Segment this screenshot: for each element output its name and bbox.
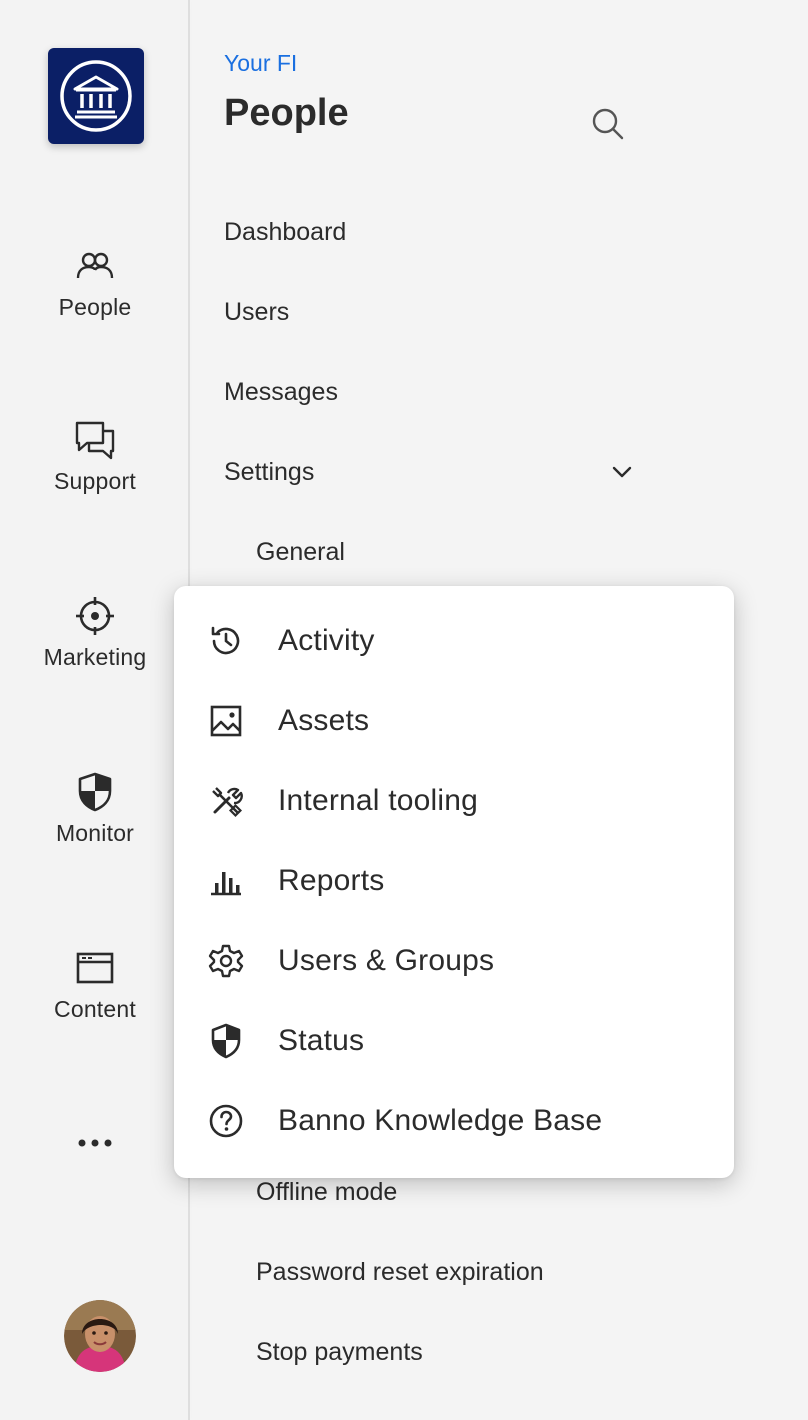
tools-icon — [208, 783, 244, 819]
target-icon — [73, 594, 117, 638]
institution-logo[interactable] — [48, 48, 144, 144]
rail-item-label: Marketing — [43, 644, 147, 670]
app-root: People Support Marketing Monitor Content… — [0, 0, 808, 1420]
menu-item-reports[interactable]: Reports — [174, 841, 734, 921]
menu-item-label: Activity — [278, 624, 375, 657]
nav-item-settings[interactable]: Settings — [224, 452, 634, 492]
menu-item-assets[interactable]: Assets — [174, 681, 734, 761]
nav-subitem-general[interactable]: General — [256, 532, 666, 572]
primary-rail: People Support Marketing Monitor Content — [0, 0, 190, 1420]
shield-icon — [208, 1023, 244, 1059]
rail-item-label: Support — [54, 468, 136, 494]
nav-item-dashboard[interactable]: Dashboard — [224, 212, 634, 252]
help-circle-icon — [208, 1103, 244, 1139]
menu-item-label: Status — [278, 1024, 365, 1057]
menu-item-label: Banno Knowledge Base — [278, 1104, 603, 1137]
user-avatar[interactable] — [64, 1300, 136, 1372]
search-button[interactable] — [588, 104, 628, 144]
more-horizontal-icon — [78, 1139, 112, 1147]
bar-chart-icon — [208, 863, 244, 899]
nav-item-label: Settings — [224, 458, 315, 486]
people-icon — [73, 244, 117, 288]
menu-item-users-groups[interactable]: Users & Groups — [174, 921, 734, 1001]
rail-item-label: People — [58, 294, 132, 320]
nav-item-users[interactable]: Users — [224, 292, 634, 332]
chat-bubbles-icon — [73, 418, 117, 462]
rail-item-monitor[interactable]: Monitor — [0, 770, 190, 847]
menu-item-label: Reports — [278, 864, 385, 897]
rail-item-label: Content — [54, 996, 136, 1022]
menu-item-status[interactable]: Status — [174, 1001, 734, 1081]
rail-item-label: Monitor — [55, 820, 135, 846]
page-title: People — [224, 92, 349, 134]
bank-building-icon — [60, 60, 132, 132]
more-menu-popup: Activity Assets Internal tooling Reports… — [174, 586, 734, 1178]
institution-name[interactable]: Your FI — [224, 50, 297, 77]
menu-item-label: Assets — [278, 704, 370, 737]
rail-item-people[interactable]: People — [0, 244, 190, 321]
gear-icon — [208, 943, 244, 979]
menu-item-internal-tooling[interactable]: Internal tooling — [174, 761, 734, 841]
browser-window-icon — [73, 946, 117, 990]
rail-item-support[interactable]: Support — [0, 418, 190, 495]
nav-subitem-stop-payments[interactable]: Stop payments — [256, 1332, 666, 1372]
history-icon — [208, 623, 244, 659]
menu-item-banno-knowledge-base[interactable]: Banno Knowledge Base — [174, 1081, 734, 1161]
rail-item-marketing[interactable]: Marketing — [0, 594, 190, 671]
nav-subitem-password-reset-expiration[interactable]: Password reset expiration — [256, 1252, 666, 1292]
more-button[interactable] — [0, 1126, 190, 1160]
menu-item-label: Internal tooling — [278, 784, 479, 817]
rail-item-content[interactable]: Content — [0, 946, 190, 1023]
image-icon — [208, 703, 244, 739]
menu-item-label: Users & Groups — [278, 944, 495, 977]
nav-item-messages[interactable]: Messages — [224, 372, 634, 412]
chevron-down-icon — [612, 466, 632, 478]
menu-item-activity[interactable]: Activity — [174, 601, 734, 681]
search-icon — [592, 108, 624, 140]
nav-subitem-offline-mode[interactable]: Offline mode — [256, 1172, 666, 1212]
shield-icon — [73, 770, 117, 814]
